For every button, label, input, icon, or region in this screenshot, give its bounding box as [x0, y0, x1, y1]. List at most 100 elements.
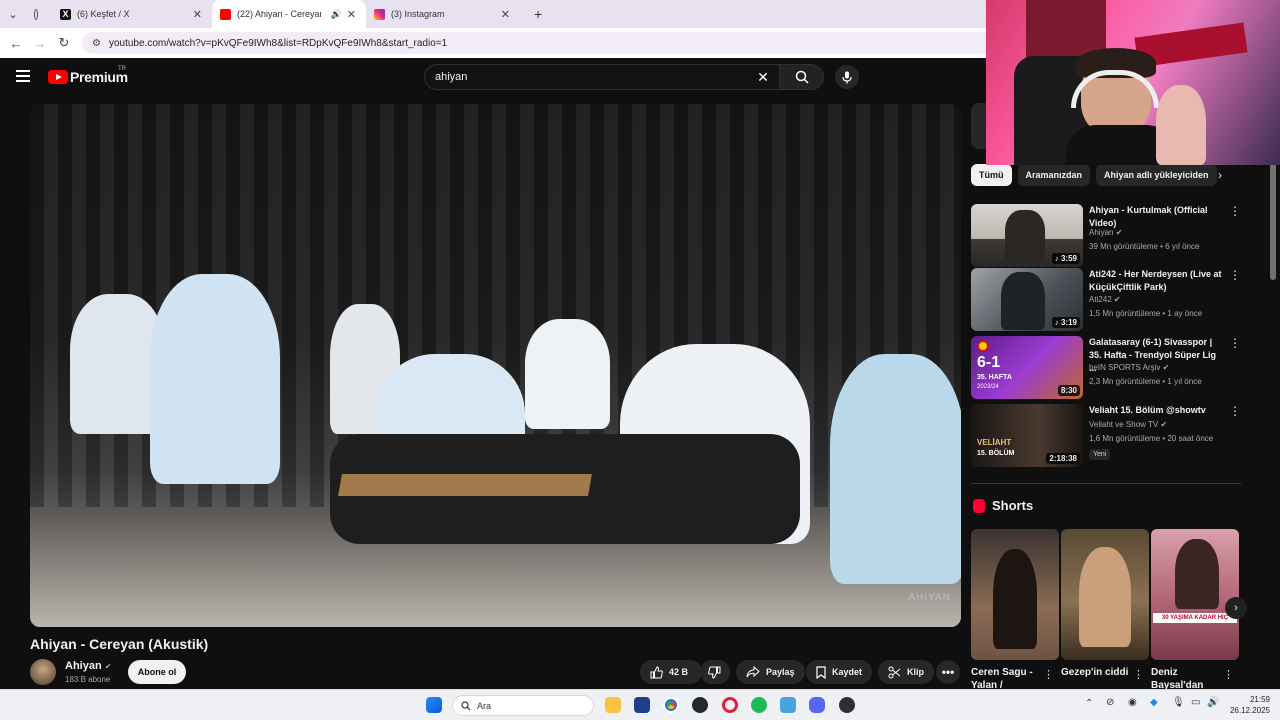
- like-button[interactable]: 42 B: [640, 660, 702, 684]
- video-thumbnail: 6-1 35. HAFTA 2023/24 8:30: [971, 336, 1083, 399]
- taskbar-clock[interactable]: 21:59 26.12.2025: [1226, 694, 1270, 716]
- tray-microphone-icon[interactable]: 🎙: [1172, 697, 1185, 708]
- search-input[interactable]: ahiyan: [425, 71, 753, 83]
- chip-all[interactable]: Tümü: [971, 164, 1012, 186]
- taskbar-search[interactable]: Ara: [452, 695, 594, 716]
- musician-cajon: [830, 354, 961, 584]
- spotify-icon[interactable]: [751, 697, 767, 713]
- more-vert-icon[interactable]: ⋮: [1223, 668, 1234, 681]
- duration-badge: ♪ 3:19: [1051, 317, 1080, 328]
- chrome-icon[interactable]: [663, 697, 679, 713]
- new-badge: Yeni: [1089, 449, 1111, 460]
- scissors-icon: [888, 666, 901, 678]
- video-thumbnail: VELİAHT 15. BÖLÜM 2:18:38: [971, 404, 1083, 467]
- more-actions-button[interactable]: •••: [936, 660, 960, 684]
- verified-icon: ✔: [1115, 228, 1123, 237]
- recommendation-title: Ahiyan - Kurtulmak (Official Video): [1089, 205, 1208, 228]
- more-vert-icon[interactable]: ⋮: [1043, 668, 1054, 681]
- tray-app-icon[interactable]: ◉: [1128, 697, 1137, 708]
- tab-youtube[interactable]: (22) Ahiyan - Cereyan (Akus 🔊 ✕: [212, 0, 366, 28]
- chevron-right-icon[interactable]: ›: [1218, 168, 1222, 182]
- recommendation-item[interactable]: 6-1 35. HAFTA 2023/24 8:30 Galatasaray (…: [971, 336, 1241, 400]
- taskbar-search-placeholder: Ara: [477, 700, 492, 711]
- more-vert-icon[interactable]: ⋮: [1229, 404, 1241, 418]
- new-tab-plus-icon[interactable]: +: [534, 6, 542, 22]
- channel-name[interactable]: Ahiyan ✔: [65, 660, 111, 672]
- thumbs-down-icon: [708, 666, 721, 679]
- recommendation-channel: Veliaht ve Show TV ✔: [1089, 420, 1168, 429]
- recommendation-item[interactable]: ♪ 3:59 Ahiyan - Kurtulmak (Official Vide…: [971, 204, 1241, 268]
- week-text: 35. HAFTA: [977, 374, 1012, 381]
- github-icon[interactable]: [692, 697, 708, 713]
- tab-search-dropdown-icon[interactable]: ⌄: [0, 0, 26, 28]
- tab-instagram[interactable]: (3) Instagram ✕: [366, 0, 520, 28]
- subscribe-button[interactable]: Abone ol: [128, 660, 186, 684]
- file-explorer-icon[interactable]: [605, 697, 621, 713]
- video-thumbnail: ♪ 3:19: [971, 268, 1083, 331]
- clear-search-icon[interactable]: ✕: [753, 69, 773, 86]
- windows-taskbar: Ara ⌃ ⊘ ◉ ◆ 🎙 ▭ 🔊 21:59 26.12.2025: [0, 689, 1280, 720]
- tray-network-icon[interactable]: ⊘: [1106, 697, 1114, 708]
- search-button[interactable]: [779, 65, 823, 89]
- tray-volume-icon[interactable]: 🔊: [1207, 697, 1219, 708]
- like-count: 42 B: [669, 667, 689, 677]
- tray-display-icon[interactable]: ▭: [1191, 697, 1200, 708]
- menu-hamburger-icon[interactable]: [16, 70, 30, 82]
- store-icon[interactable]: [634, 697, 650, 713]
- short-thumbnail[interactable]: 30 YAŞIMA KADAR HİÇ: [1151, 529, 1239, 660]
- app-icon[interactable]: [780, 697, 796, 713]
- short-thumbnail[interactable]: [971, 529, 1059, 660]
- recommendation-channel: Ahiyan ✔: [1089, 228, 1123, 237]
- season-text: 2023/24: [977, 384, 999, 390]
- dislike-button[interactable]: [700, 660, 730, 684]
- recommendation-channel: Ati242 ✔: [1089, 295, 1121, 304]
- profile-tab[interactable]: [26, 0, 52, 28]
- recommendation-item[interactable]: ♪ 3:19 Ati242 - Her Nerdeysen (Live at K…: [971, 268, 1241, 332]
- recommendation-meta: 1,6 Mn görüntüleme • 20 saat önce: [1089, 434, 1214, 443]
- video-player[interactable]: AHIYAN: [30, 104, 961, 627]
- site-info-icon[interactable]: ⚙: [92, 38, 101, 49]
- clock-time: 21:59: [1249, 695, 1270, 704]
- back-arrow-icon[interactable]: ←: [4, 36, 28, 51]
- forward-arrow-icon[interactable]: →: [28, 36, 52, 51]
- close-icon[interactable]: ✕: [347, 8, 356, 21]
- chip-from-search[interactable]: Aramanızdan: [1017, 164, 1091, 186]
- tab-title: (6) Keşfet / X: [77, 9, 130, 19]
- speaker-icon[interactable]: 🔊: [331, 9, 342, 20]
- more-vert-icon[interactable]: ⋮: [1133, 668, 1144, 681]
- tab-title: (22) Ahiyan - Cereyan (Akus: [237, 9, 321, 19]
- chip-from-uploader[interactable]: Ahiyan adlı yükleyiciden: [1096, 164, 1217, 186]
- opera-icon[interactable]: [722, 697, 738, 713]
- more-vert-icon[interactable]: ⋮: [1229, 204, 1241, 218]
- close-icon[interactable]: ✕: [501, 8, 510, 21]
- clip-button[interactable]: Klip: [878, 660, 934, 684]
- shorts-heading-text: Shorts: [992, 498, 1034, 513]
- share-button[interactable]: Paylaş: [736, 660, 805, 684]
- youtube-premium-logo[interactable]: Premium TR: [48, 66, 128, 85]
- recommendation-title: Veliaht 15. Bölüm @showtv: [1089, 405, 1206, 415]
- discord-icon[interactable]: [809, 697, 825, 713]
- reload-icon[interactable]: ↻: [52, 35, 76, 51]
- channel-avatar[interactable]: [30, 659, 56, 685]
- start-windows-icon[interactable]: [426, 697, 442, 713]
- recommendation-title: Ati242 - Her Nerdeysen (Live at KüçükÇif…: [1089, 269, 1222, 292]
- shorts-next-button[interactable]: ›: [1225, 597, 1247, 619]
- tray-chevron-up-icon[interactable]: ⌃: [1085, 698, 1093, 709]
- save-button[interactable]: Kaydet: [806, 660, 873, 684]
- tray-app-icon[interactable]: ◆: [1150, 697, 1158, 708]
- thumbs-up-icon: [650, 665, 663, 678]
- share-icon: [746, 666, 760, 678]
- obs-icon[interactable]: [839, 697, 855, 713]
- short-thumbnail[interactable]: [1061, 529, 1149, 660]
- voice-search-button[interactable]: [835, 65, 859, 89]
- search-box: ahiyan ✕: [424, 64, 824, 90]
- close-icon[interactable]: ✕: [193, 8, 202, 21]
- tab-x[interactable]: X (6) Keşfet / X ✕: [52, 0, 212, 28]
- thumbnail-figure: [1001, 272, 1045, 330]
- search-icon: [795, 70, 809, 84]
- x-icon: X: [60, 8, 71, 20]
- recommendation-item[interactable]: VELİAHT 15. BÖLÜM 2:18:38 Veliaht 15. Bö…: [971, 404, 1241, 468]
- more-vert-icon[interactable]: ⋮: [1229, 268, 1241, 282]
- more-vert-icon[interactable]: ⋮: [1229, 336, 1241, 350]
- video-thumbnail: ♪ 3:59: [971, 204, 1083, 267]
